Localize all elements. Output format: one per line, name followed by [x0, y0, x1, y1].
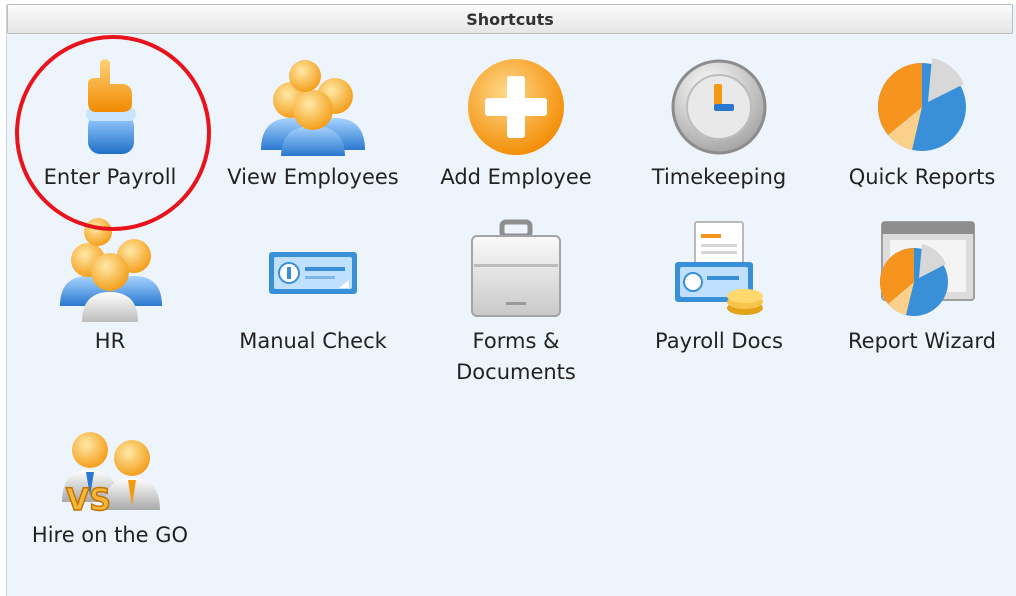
shortcut-label: Timekeeping	[651, 165, 787, 189]
shortcut-label: Forms & Documents	[456, 329, 576, 384]
shortcut-label: Hire on the GO	[31, 523, 189, 547]
check-icon	[269, 252, 357, 294]
shortcut-label: Add Employee	[440, 165, 592, 189]
shortcut-view-employees[interactable]: View Employees	[213, 52, 413, 193]
shortcut-hire-on-the-go[interactable]: VS Hire on the GO	[10, 410, 210, 551]
people-group-icon	[261, 60, 365, 156]
payroll-docs-icon	[675, 221, 763, 315]
pointing-hand-icon	[86, 59, 136, 154]
shortcut-forms-documents[interactable]: Forms & Documents	[416, 216, 616, 388]
shortcut-add-employee[interactable]: Add Employee	[416, 52, 616, 193]
pie-chart-icon	[877, 58, 966, 151]
shortcut-label: Report Wizard	[848, 329, 996, 353]
panel-title: Shortcuts	[7, 4, 1013, 34]
shortcut-report-wizard[interactable]: Report Wizard	[822, 216, 1016, 357]
briefcase-icon	[471, 219, 561, 317]
shortcut-label: Quick Reports	[848, 165, 996, 189]
shortcut-quick-reports[interactable]: Quick Reports	[822, 52, 1016, 193]
report-wizard-icon	[879, 221, 975, 316]
shortcut-payroll-docs[interactable]: Payroll Docs	[619, 216, 819, 357]
shortcut-label: Manual Check	[239, 329, 387, 353]
hire-vs-icon: VS	[62, 432, 160, 519]
shortcut-manual-check[interactable]: Manual Check	[213, 216, 413, 357]
shortcut-timekeeping[interactable]: Timekeeping	[619, 52, 819, 193]
shortcuts-panel: Shortcuts Enter Payroll View Employees A…	[6, 4, 1016, 596]
add-plus-icon	[468, 59, 564, 155]
shortcut-label: Enter Payroll	[43, 165, 177, 189]
hr-people-icon	[60, 218, 162, 322]
shortcut-hr[interactable]: HR	[10, 216, 210, 357]
clock-icon	[671, 59, 767, 155]
shortcut-label: Payroll Docs	[655, 329, 783, 353]
shortcut-label: View Employees	[227, 165, 399, 189]
shortcut-enter-payroll[interactable]: Enter Payroll	[10, 52, 210, 193]
svg-text:VS: VS	[66, 483, 111, 518]
shortcut-label: HR	[94, 329, 126, 353]
